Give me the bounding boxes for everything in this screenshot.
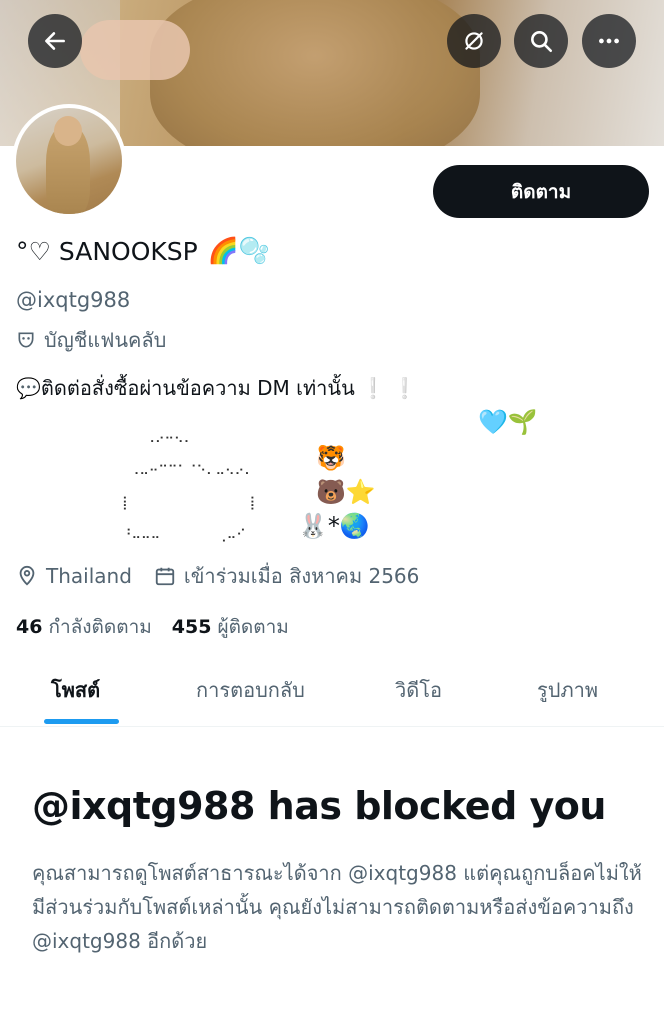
back-button[interactable] xyxy=(28,14,82,68)
notifications-button[interactable] xyxy=(447,14,501,68)
name-text: SANOOKSP xyxy=(58,236,198,266)
follow-stats: 46 กำลังติดตาม 455 ผู้ติดตาม xyxy=(16,612,289,642)
tiger-emoji: 🐯 xyxy=(316,444,346,472)
speech-bubble-icon: 💬 xyxy=(16,376,41,400)
active-tab-indicator xyxy=(44,719,119,724)
name-emoji: 🌈🫧 xyxy=(207,236,271,265)
more-button[interactable] xyxy=(582,14,636,68)
following-count: 46 xyxy=(16,616,43,638)
avatar-image xyxy=(16,108,122,214)
display-name: °♡ SANOOKSP 🌈🫧 xyxy=(16,236,270,266)
banner-figure xyxy=(150,0,480,146)
profile-handle: @ixqtg988 xyxy=(16,288,131,312)
tab-videos[interactable]: วิดีโอ xyxy=(395,674,442,706)
bio-line-1: 💬 ติดต่อสั่งซื้อผ่านข้อความ DM เท่านั้น … xyxy=(16,372,417,404)
tab-posts[interactable]: โพสต์ xyxy=(51,674,100,706)
avatar-head xyxy=(54,116,82,146)
arrow-left-icon xyxy=(45,32,65,50)
exclamation-icons: ❕ ❕ xyxy=(360,376,417,400)
bio-text: ติดต่อสั่งซื้อผ่านข้อความ DM เท่านั้น xyxy=(40,376,355,400)
followers-count: 455 xyxy=(171,616,212,638)
followers-label: ผู้ติดตาม xyxy=(217,616,289,638)
following-label: กำลังติดตาม xyxy=(48,616,152,638)
avatar[interactable] xyxy=(12,104,126,218)
following-link[interactable]: 46 กำลังติดตาม xyxy=(16,612,152,642)
location-icon xyxy=(19,565,35,586)
calendar-icon xyxy=(155,567,175,586)
blocked-title: @ixqtg988 has blocked you xyxy=(32,784,606,828)
location-text: Thailand xyxy=(46,564,132,588)
bio-emoji-line: 🩵🌱 xyxy=(478,408,538,436)
fan-account-label: บัญชีแฟนคลับ xyxy=(44,328,167,352)
fan-account-badge: บัญชีแฟนคลับ xyxy=(16,324,166,356)
search-icon xyxy=(531,31,553,53)
tab-replies[interactable]: การตอบกลับ xyxy=(196,674,305,706)
ascii-art: ⠠⠔⠒⠢⠄ ⠠⠤⠒⠉⠉⠁⠈⠑⠄⠤⠢⠔⠄ ⡇⠀⠀⠀⠀⠀⠀⠀⠀⠀⠀⠀⠀⢸ ⠘⠤⠤⠤⠀… xyxy=(122,432,256,543)
banner-hand xyxy=(80,20,190,80)
no-notify-icon xyxy=(465,32,483,50)
profile-tabs: โพสต์ การตอบกลับ วิดีโอ รูปภาพ xyxy=(0,652,664,727)
joined-text: เข้าร่วมเมื่อ สิงหาคม 2566 xyxy=(183,564,420,588)
blocked-message: คุณสามารถดูโพสต์สาธารณะได้จาก @ixqtg988 … xyxy=(32,861,642,953)
followers-link[interactable]: 455 ผู้ติดตาม xyxy=(172,612,289,642)
tab-photos[interactable]: รูปภาพ xyxy=(537,674,598,706)
follow-button[interactable]: ติดตาม xyxy=(433,165,649,218)
more-icon xyxy=(599,38,619,44)
bear-star-emoji: 🐻⭐ xyxy=(316,478,376,506)
search-button[interactable] xyxy=(514,14,568,68)
mask-icon xyxy=(18,332,34,348)
name-prefix: °♡ xyxy=(16,236,51,266)
profile-meta: Thailand เข้าร่วมเมื่อ สิงหาคม 2566 xyxy=(16,560,419,592)
rabbit-globe-emoji: 🐰*🌏 xyxy=(298,512,370,540)
